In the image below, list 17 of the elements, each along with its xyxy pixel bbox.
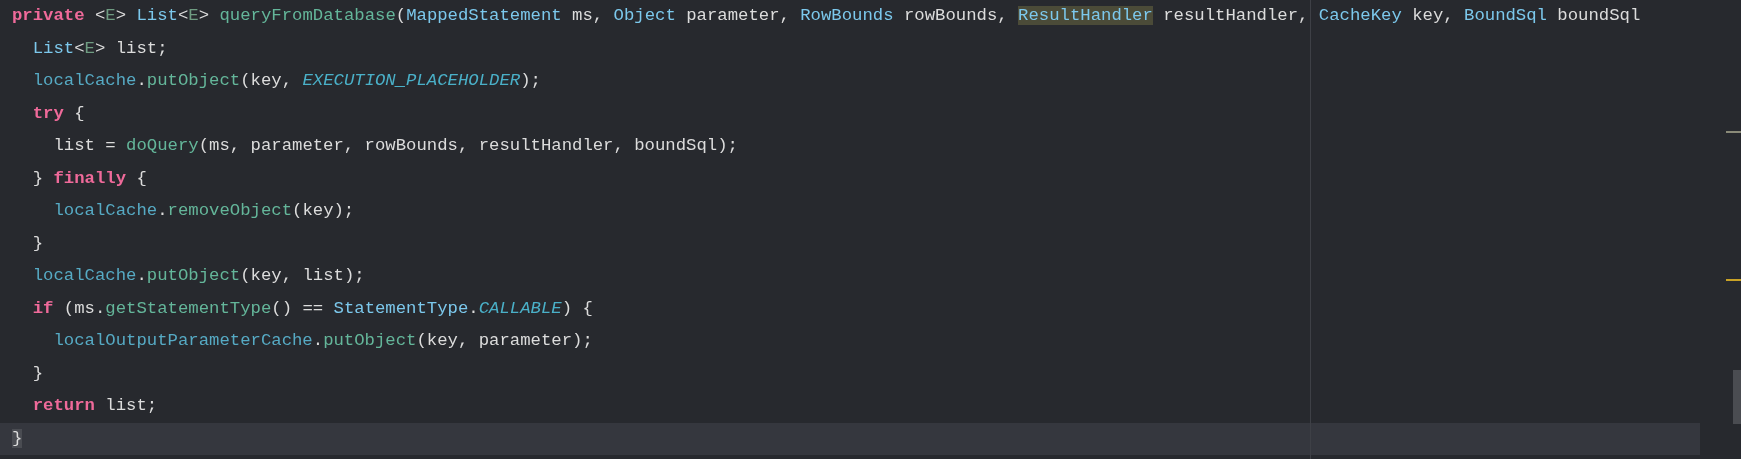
code-line: if (ms.getStatementType() == StatementType.CALLABLE) { <box>31 297 594 320</box>
scrollbar-thumb[interactable] <box>1733 370 1741 424</box>
code-line: localCache.removeObject(key); <box>52 200 356 222</box>
code-line: localCache.putObject(key, list); <box>31 265 366 287</box>
code-editor[interactable] <box>0 0 1741 459</box>
code-line: } <box>31 362 45 385</box>
code-line: localCache.putObject(key, EXECUTION_PLACEHOLDER); <box>31 70 542 92</box>
warning-marker <box>1726 279 1741 281</box>
code-line: return list; <box>31 395 159 417</box>
code-line: List<E> list; <box>31 37 169 60</box>
code-line: try { <box>31 102 86 125</box>
code-line: } <box>31 232 45 255</box>
scroll-marker <box>1726 131 1741 133</box>
code-line: localOutputParameterCache.putObject(key, parameter); <box>52 330 594 352</box>
code-line: } finally { <box>31 167 148 190</box>
code-line: private <E> List<E> queryFromDatabase(MappedStatement ms, Object parameter, RowBounds rowBounds, ResultHandler resultHandler, CacheKey key, BoundSql boundSql <box>11 5 1642 27</box>
code-line: list = doQuery(ms, parameter, rowBounds, resultHandler, boundSql); <box>52 135 739 157</box>
